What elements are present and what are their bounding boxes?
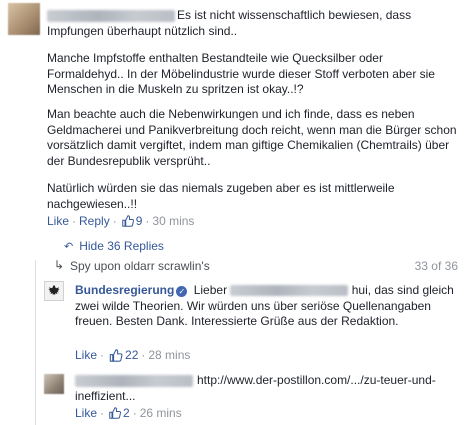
reply-timestamp[interactable]: 26 mins	[140, 406, 182, 420]
reply-timestamp[interactable]: 28 mins	[148, 348, 190, 362]
comment-paragraph-4: Natürlich würden sie das niemals zugeben…	[47, 181, 395, 211]
reply-link[interactable]: Reply	[79, 214, 110, 228]
thumbs-up-icon	[109, 348, 123, 362]
hide-arrow-icon: ↶	[64, 240, 74, 253]
replies-pager: ↳ Spy upon oldarr scrawlin's 33 of 36	[40, 255, 466, 275]
link-reply: http://www.der-postillon.com/.../zu-teue…	[75, 373, 465, 404]
redacted-username[interactable]	[75, 374, 193, 387]
like-count[interactable]: 2	[109, 406, 130, 420]
replier-avatar[interactable]	[44, 374, 64, 394]
bundesregierung-reply: Bundesregierung ✓ Lieber hui, das sind gl…	[75, 283, 454, 328]
reply2-actions: Like · 2 · 26 mins	[75, 406, 182, 420]
redacted-username[interactable]	[47, 9, 175, 22]
comment-paragraph-3: Man beachte auch die Nebenwirkungen und …	[47, 107, 457, 168]
thumbs-up-icon	[121, 215, 134, 227]
view-more-replies-link[interactable]: Spy upon oldarr scrawlin's	[70, 259, 210, 273]
like-count[interactable]: 22	[109, 348, 138, 362]
author-name[interactable]: Bundesregierung	[75, 283, 174, 297]
comment-text-intro: Es ist nicht wissenschaftlich bewiesen, …	[47, 8, 462, 39]
like-link[interactable]: Like	[75, 406, 97, 420]
bundesregierung-avatar[interactable]	[44, 281, 64, 301]
comment-actions: Like · Reply · 9 · 30 mins	[47, 214, 195, 228]
like-link[interactable]: Like	[47, 214, 69, 228]
comment-timestamp[interactable]: 30 mins	[152, 214, 194, 228]
thread-line	[35, 260, 36, 425]
like-count[interactable]: 9	[121, 214, 142, 228]
redacted-username[interactable]	[230, 285, 349, 297]
thumbs-up-icon	[109, 407, 122, 419]
comment-paragraph-2: Manche Impfstoffe enthalten Bestandteile…	[47, 51, 435, 96]
eagle-icon	[48, 285, 60, 296]
like-link[interactable]: Like	[75, 348, 97, 362]
verified-badge-icon: ✓	[176, 286, 188, 297]
reply-counter: 33 of 36	[414, 259, 458, 273]
hide-replies-link[interactable]: ↶ Hide 36 Replies	[64, 239, 164, 253]
commenter-avatar[interactable]	[8, 3, 40, 35]
reply1-actions: Like · 22 · 28 mins	[75, 348, 191, 362]
expand-arrow-icon: ↳	[54, 258, 65, 272]
